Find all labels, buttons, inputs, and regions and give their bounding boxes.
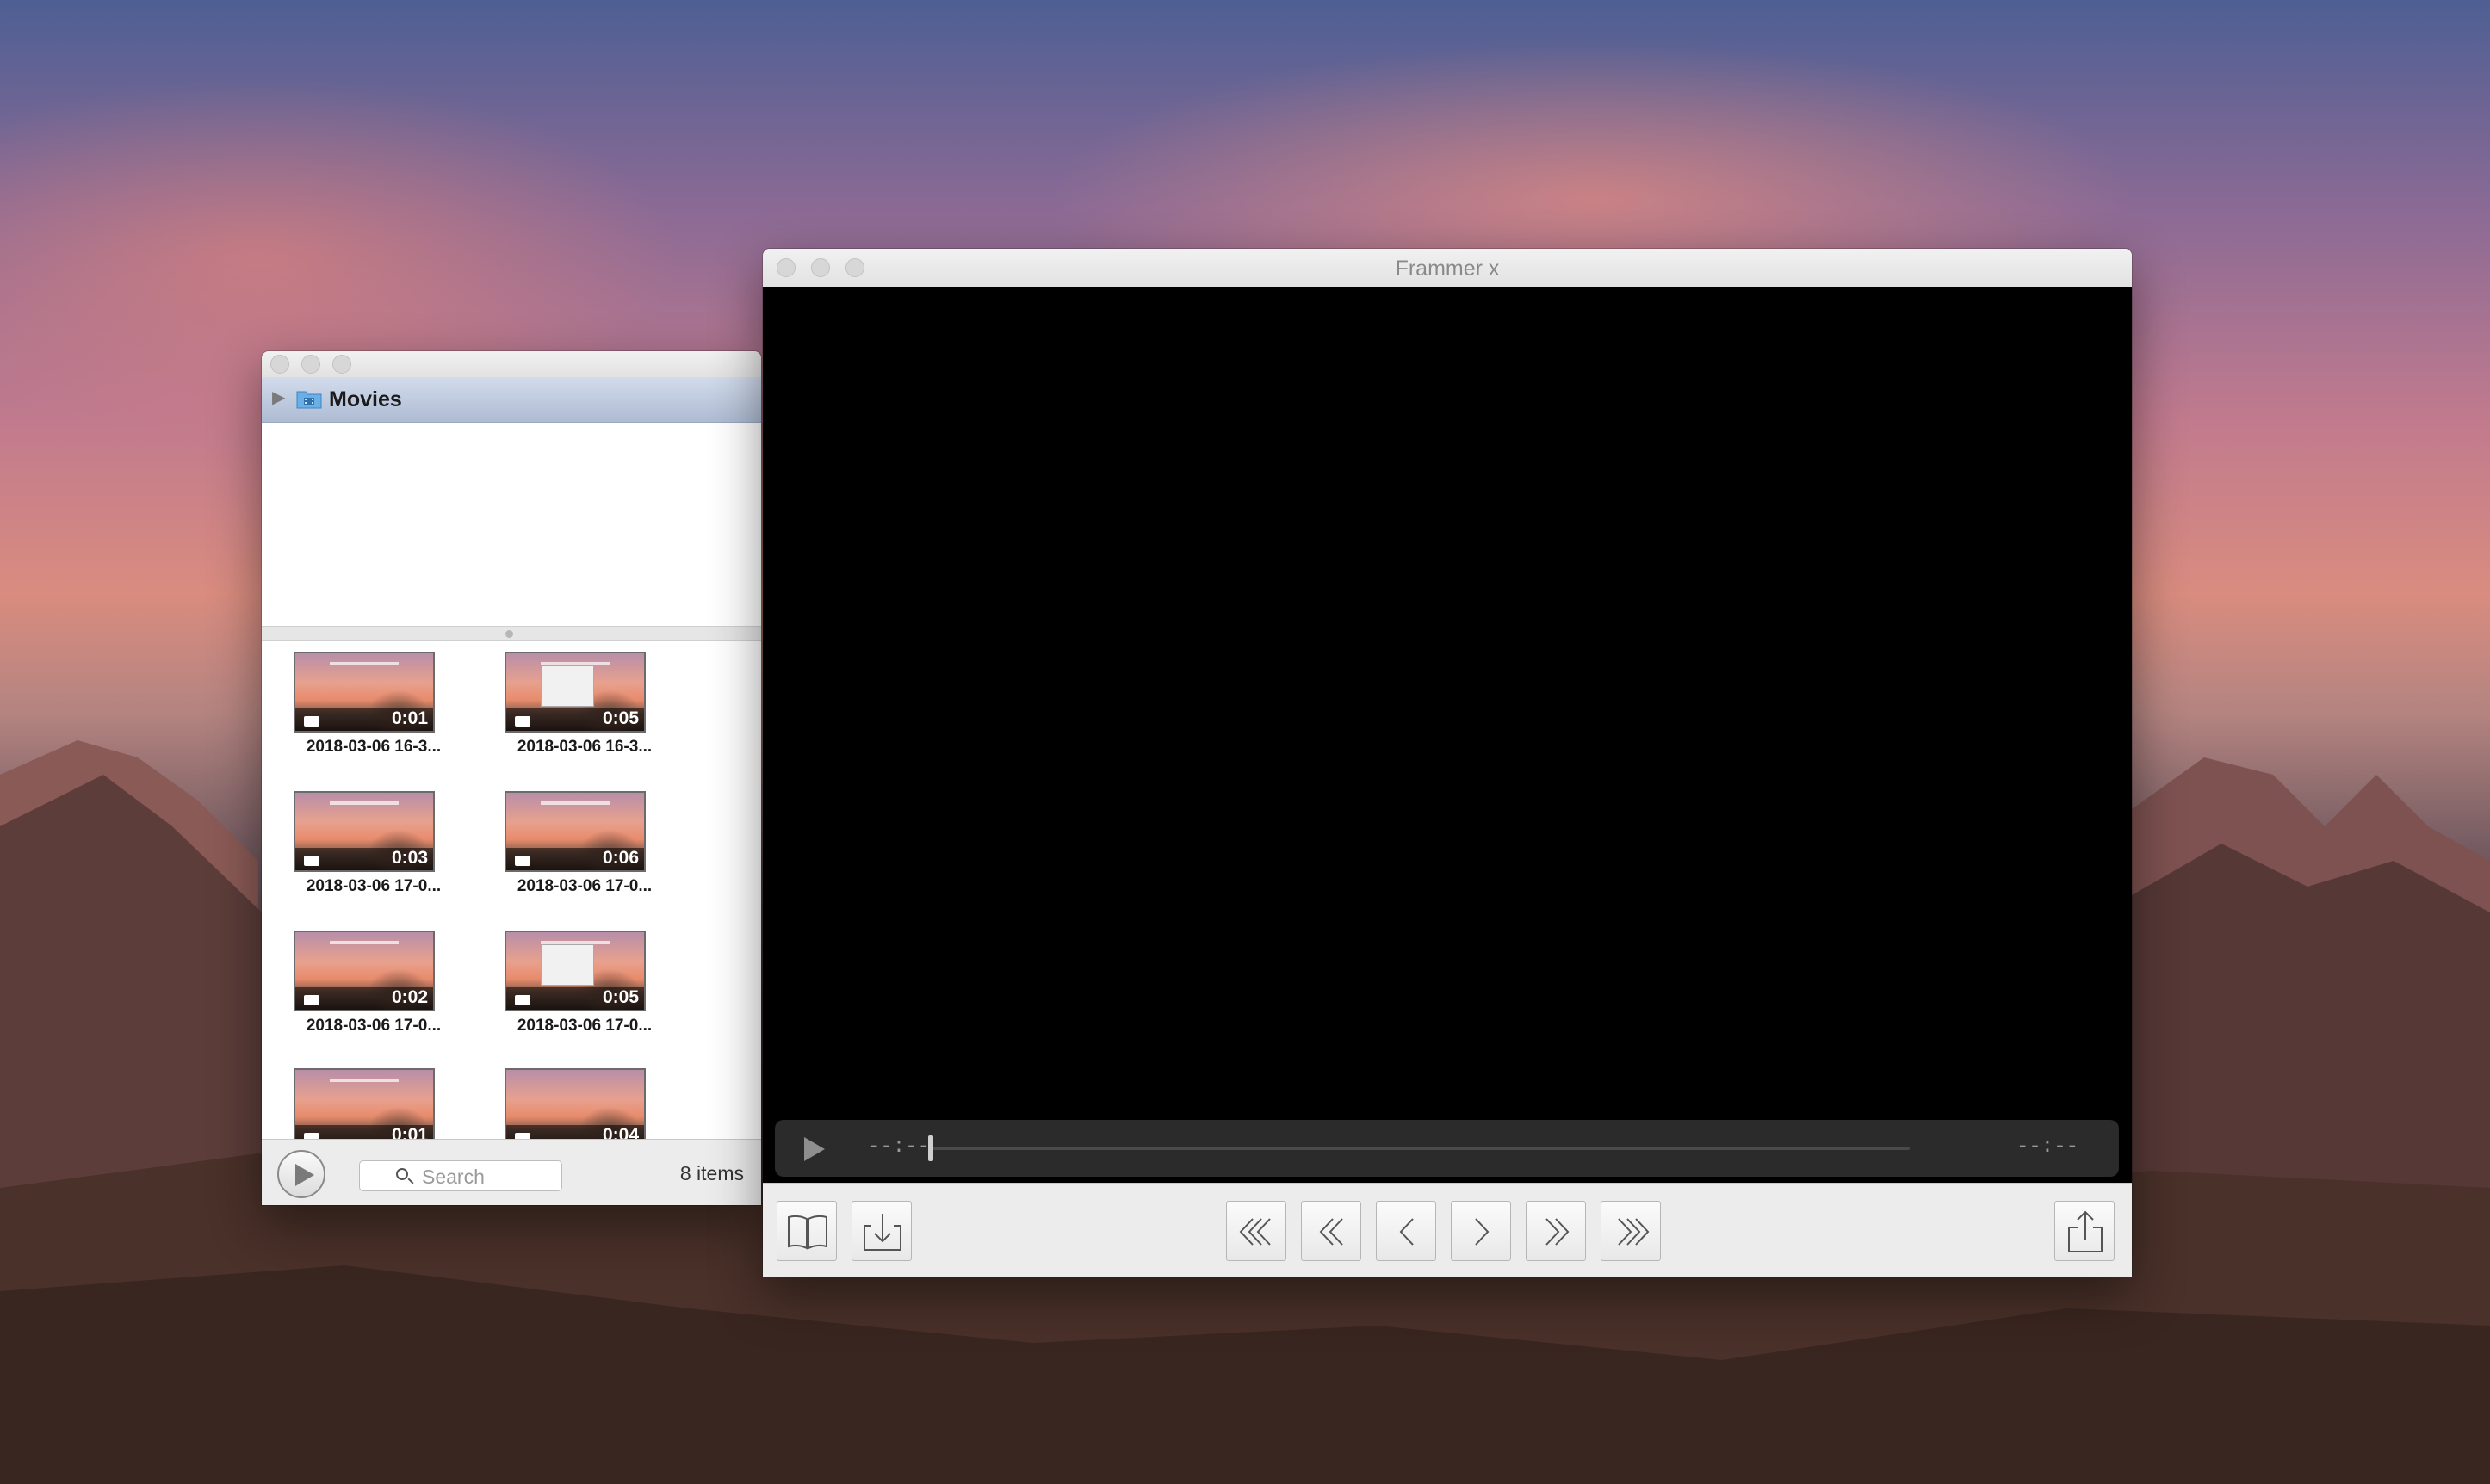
import-button[interactable]	[852, 1201, 912, 1261]
scrubber-track[interactable]	[930, 1147, 1910, 1150]
grid-item[interactable]: 0:06 2018-03-06 17-0...	[473, 791, 652, 929]
movies-folder-icon	[296, 391, 322, 409]
book-icon	[788, 1215, 827, 1250]
import-icon	[864, 1214, 901, 1251]
video-thumbnail[interactable]: 0:05	[505, 931, 646, 1011]
share-icon	[2068, 1210, 2103, 1252]
video-title: 2018-03-06 17-0...	[517, 877, 653, 895]
step-forward-button[interactable]	[1451, 1201, 1511, 1261]
folder-row-movies[interactable]: ▶ Movies	[262, 377, 761, 423]
player-toolbar	[763, 1183, 2132, 1277]
video-camera-icon	[304, 716, 319, 727]
player-window: Frammer x --:-- --:--	[763, 249, 2132, 1277]
library-button[interactable]	[777, 1201, 837, 1261]
grid-item[interactable]: 0:01 2018-03-06 16-3...	[262, 652, 441, 789]
skip-to-end-button[interactable]	[1601, 1201, 1661, 1261]
video-duration: 0:05	[602, 987, 639, 1007]
video-thumbnail[interactable]: 0:01	[294, 1068, 435, 1139]
video-camera-icon	[515, 995, 530, 1005]
video-title: 2018-03-06 16-3...	[306, 738, 442, 756]
video-title: 2018-03-06 17-0...	[306, 1017, 442, 1035]
grid-item[interactable]: 0:05 2018-03-06 17-0...	[473, 931, 652, 1068]
window-title: Frammer x	[1395, 257, 1500, 281]
video-duration: 0:05	[602, 708, 639, 728]
fast-forward-icon	[1545, 1218, 1570, 1246]
video-title: 2018-03-06 16-3...	[517, 738, 653, 756]
disclosure-triangle-icon[interactable]: ▶	[272, 389, 285, 406]
item-count: 8 items	[679, 1162, 744, 1184]
play-icon	[295, 1164, 314, 1186]
zoom-button[interactable]	[332, 355, 351, 374]
browser-titlebar[interactable]	[262, 351, 761, 378]
fast-forward-button[interactable]	[1526, 1201, 1586, 1261]
playback-controls: --:-- --:--	[775, 1120, 2119, 1177]
thumbnail-grid[interactable]: 0:01 2018-03-06 16-3... 0:05 2018-03-06 …	[262, 641, 761, 1139]
play-selection-button[interactable]	[277, 1150, 325, 1198]
video-title: 2018-03-06 17-0...	[517, 1017, 653, 1035]
search-input[interactable]	[420, 1165, 553, 1189]
close-button[interactable]	[270, 355, 289, 374]
video-duration: 0:04	[602, 1125, 639, 1139]
skip-to-end-icon	[1618, 1218, 1650, 1246]
grid-item[interactable]: 0:01	[262, 1068, 435, 1139]
minimize-button[interactable]	[301, 355, 320, 374]
fast-rewind-button[interactable]	[1301, 1201, 1361, 1261]
play-icon[interactable]	[804, 1137, 825, 1161]
video-thumbnail[interactable]: 0:06	[505, 791, 646, 872]
fast-rewind-icon	[1319, 1218, 1343, 1246]
scrubber-handle[interactable]	[928, 1135, 933, 1161]
video-duration: 0:03	[391, 848, 428, 868]
share-button[interactable]	[2054, 1201, 2115, 1261]
video-thumbnail[interactable]: 0:05	[505, 652, 646, 733]
grid-item[interactable]: 0:05 2018-03-06 16-3...	[473, 652, 652, 789]
video-thumbnail[interactable]: 0:03	[294, 791, 435, 872]
grid-item[interactable]: 0:04	[473, 1068, 646, 1139]
player-titlebar[interactable]: Frammer x	[763, 249, 2132, 288]
video-title: 2018-03-06 17-0...	[306, 877, 442, 895]
skip-to-start-icon	[1239, 1218, 1271, 1246]
step-back-icon	[1399, 1218, 1414, 1246]
video-camera-icon	[515, 856, 530, 866]
video-camera-icon	[304, 1133, 319, 1139]
browser-bottom-bar: 8 items	[262, 1139, 761, 1205]
video-thumbnail[interactable]: 0:02	[294, 931, 435, 1011]
video-duration: 0:06	[602, 848, 639, 868]
video-camera-icon	[304, 995, 319, 1005]
remaining-time: --:--	[2016, 1135, 2079, 1159]
search-field[interactable]	[359, 1160, 562, 1191]
video-thumbnail[interactable]: 0:04	[505, 1068, 646, 1139]
divider-handle-icon[interactable]	[505, 630, 513, 638]
step-back-button[interactable]	[1376, 1201, 1436, 1261]
video-duration: 0:01	[391, 708, 428, 728]
video-area[interactable]	[763, 287, 2132, 1221]
folder-name: Movies	[329, 387, 402, 411]
video-camera-icon	[304, 856, 319, 866]
split-view-divider[interactable]	[262, 626, 761, 641]
video-camera-icon	[515, 1133, 530, 1139]
video-camera-icon	[515, 716, 530, 727]
elapsed-time: --:--	[868, 1135, 931, 1159]
video-duration: 0:02	[391, 987, 428, 1007]
step-forward-icon	[1475, 1218, 1490, 1246]
folder-tree[interactable]	[262, 423, 761, 626]
skip-to-start-button[interactable]	[1226, 1201, 1286, 1261]
video-thumbnail[interactable]: 0:01	[294, 652, 435, 733]
search-icon	[396, 1168, 408, 1180]
grid-item[interactable]: 0:03 2018-03-06 17-0...	[262, 791, 441, 929]
video-duration: 0:01	[391, 1125, 428, 1139]
grid-item[interactable]: 0:02 2018-03-06 17-0...	[262, 931, 441, 1068]
media-browser-window: ▶ Movies 0:01 2018-03-06 16-3... 0:05 20…	[262, 351, 761, 1205]
